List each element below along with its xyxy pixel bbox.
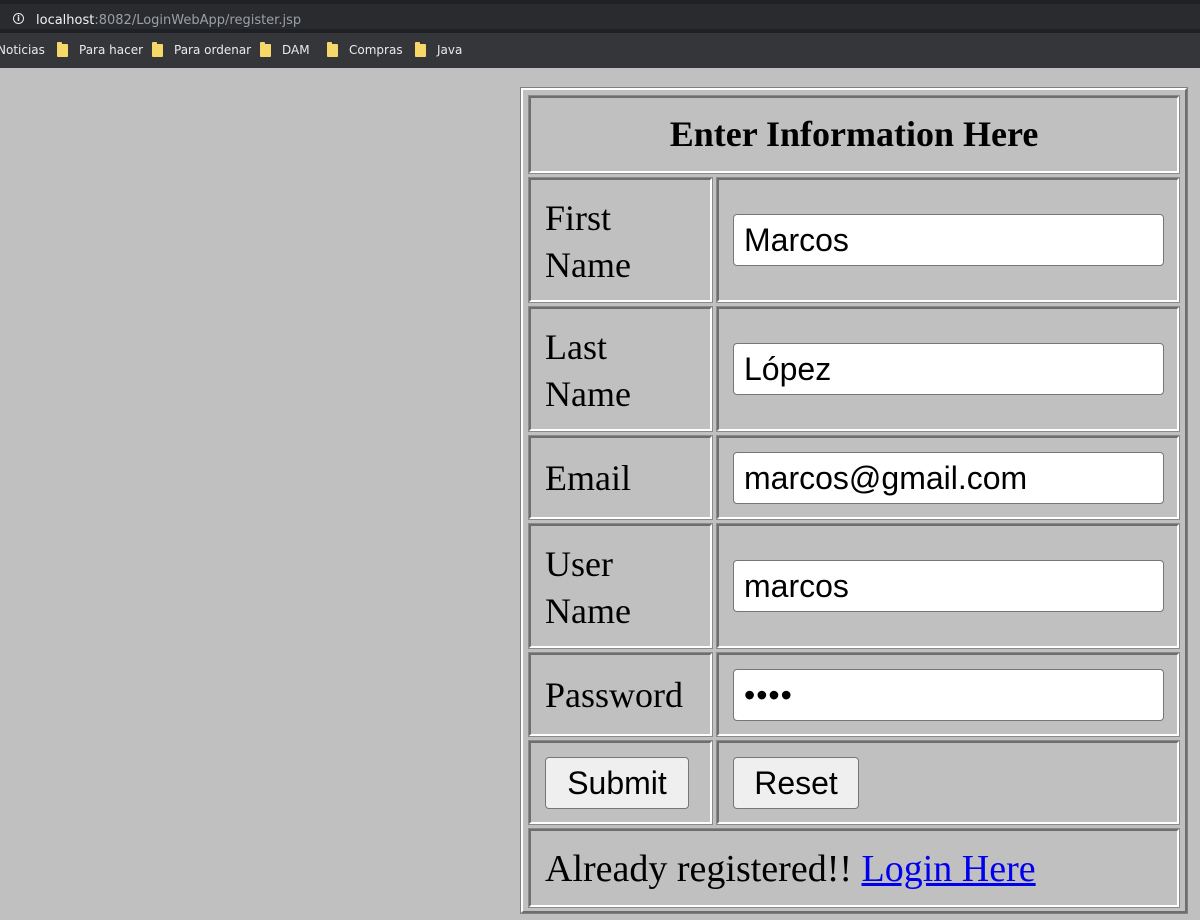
bookmark-label: Java xyxy=(437,43,463,57)
first-name-cell xyxy=(716,177,1180,303)
url-text[interactable]: localhost:8082/LoginWebApp/register.jsp xyxy=(36,13,301,29)
email-cell xyxy=(716,435,1180,520)
folder-icon xyxy=(327,41,338,57)
bookmark-label: Noticias xyxy=(0,43,45,57)
form-heading: Enter Information Here xyxy=(528,95,1180,174)
submit-cell: Submit xyxy=(528,740,713,825)
bookmark-para-hacer[interactable]: Para hacer xyxy=(57,41,144,58)
first-name-label-line1: First xyxy=(545,198,612,238)
info-icon[interactable]: i xyxy=(13,13,24,24)
user-name-label-line2: Name xyxy=(545,591,631,631)
user-name-cell xyxy=(716,523,1180,649)
bookmark-label: Para ordenar xyxy=(174,43,252,57)
first-name-label-line2: Name xyxy=(545,245,631,285)
footer-cell: Already registered!! Login Here xyxy=(528,828,1180,908)
url-host: localhost xyxy=(36,13,95,28)
last-name-label-line1: Last xyxy=(545,327,607,367)
email-label-text: Email xyxy=(545,458,631,498)
already-registered-text: Already registered!! xyxy=(545,848,862,890)
user-name-input[interactable] xyxy=(733,560,1164,612)
bookmark-label: Compras xyxy=(349,43,403,57)
password-cell xyxy=(716,652,1180,737)
address-bar: i localhost:8082/LoginWebApp/register.js… xyxy=(0,0,1200,33)
folder-icon xyxy=(57,41,68,57)
omnibox[interactable]: i localhost:8082/LoginWebApp/register.js… xyxy=(0,4,1200,29)
bookmark-java[interactable]: Java xyxy=(415,41,463,58)
bookmark-dam[interactable]: DAM xyxy=(260,41,310,58)
bookmark-noticias[interactable]: Noticias xyxy=(0,42,45,58)
bookmark-label: Para hacer xyxy=(79,43,144,57)
email-input[interactable] xyxy=(733,452,1164,504)
last-name-cell xyxy=(716,306,1180,432)
folder-icon xyxy=(152,41,163,57)
user-name-label: User Name xyxy=(528,523,713,649)
bookmark-label: DAM xyxy=(282,43,310,57)
bookmark-compras[interactable]: Compras xyxy=(327,41,403,58)
login-link[interactable]: Login Here xyxy=(862,848,1036,890)
url-path: :8082/LoginWebApp/register.jsp xyxy=(94,13,302,28)
reset-button[interactable]: Reset xyxy=(733,757,859,809)
last-name-label-line2: Name xyxy=(545,374,631,414)
submit-button[interactable]: Submit xyxy=(545,757,689,809)
user-name-label-line1: User xyxy=(545,544,613,584)
bookmarks-bar: Noticias Para hacer Para ordenar DAM Com… xyxy=(0,33,1200,68)
password-label-text: Password xyxy=(545,675,684,715)
password-label: Password xyxy=(528,652,713,737)
last-name-label: Last Name xyxy=(528,306,713,432)
reset-cell: Reset xyxy=(716,740,1180,825)
email-label: Email xyxy=(528,435,713,520)
bookmark-para-ordenar[interactable]: Para ordenar xyxy=(152,41,252,58)
password-input[interactable] xyxy=(733,669,1164,721)
first-name-input[interactable] xyxy=(733,214,1164,266)
last-name-input[interactable] xyxy=(733,343,1164,395)
folder-icon xyxy=(260,41,271,57)
first-name-label: First Name xyxy=(528,177,713,303)
folder-icon xyxy=(415,41,426,57)
